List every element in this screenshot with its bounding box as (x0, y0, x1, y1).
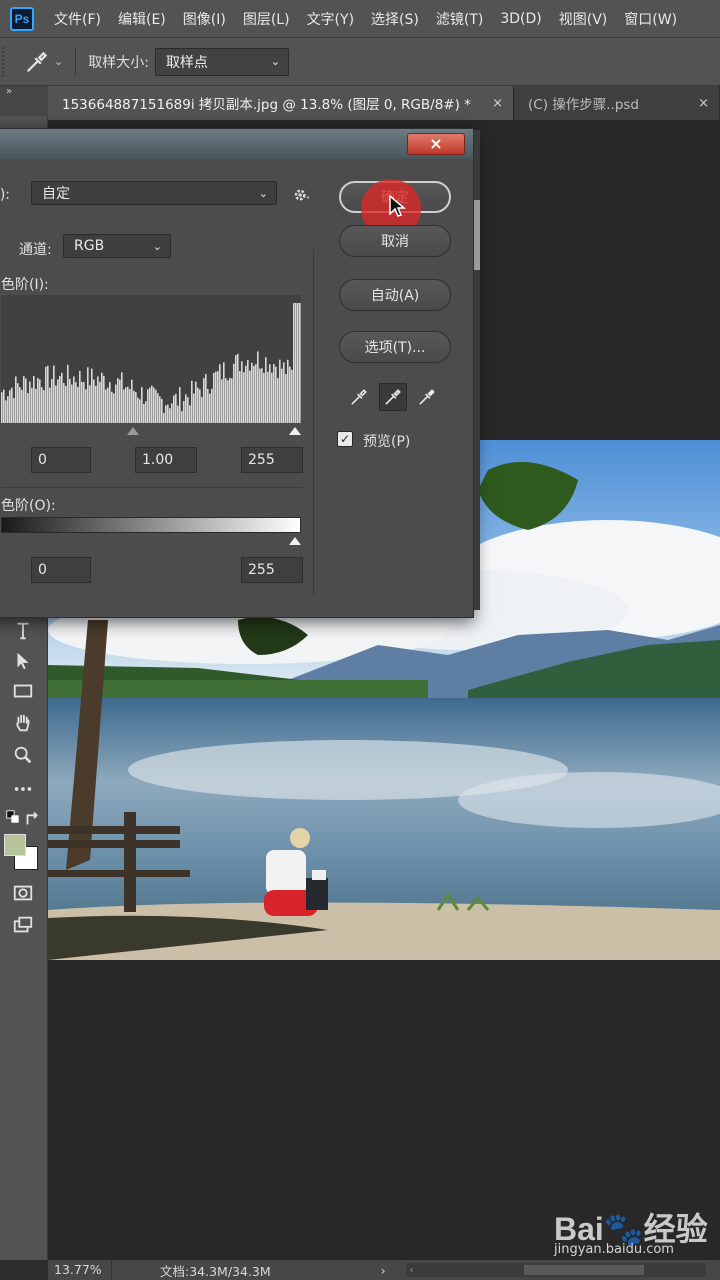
status-bar: 13.77% 文档:34.3M/34.3M › ‹ (48, 1260, 720, 1280)
divider (1, 487, 303, 488)
sample-size-label: 取样大小: (88, 54, 149, 71)
preview-label: 预览(P) (363, 434, 411, 450)
tool-preset-picker[interactable]: ⌄ (24, 49, 63, 75)
chevron-down-icon: ⌄ (152, 239, 162, 253)
watermark-url: jingyan.baidu.com (554, 1242, 674, 1257)
swap-colors-icon[interactable] (20, 806, 46, 832)
document-tabs: 153664887151689i 拷贝副本.jpg @ 13.8% (图层 0,… (48, 86, 720, 120)
histogram (1, 295, 301, 423)
menu-filter[interactable]: 滤镜(T) (436, 9, 483, 29)
auto-button[interactable]: 自动(A) (339, 279, 451, 311)
sample-size-value: 取样点 (165, 54, 208, 71)
menu-edit[interactable]: 编辑(E) (118, 9, 166, 29)
menu-view[interactable]: 视图(V) (559, 9, 608, 29)
zoom-level[interactable]: 13.77% (48, 1260, 112, 1280)
scroll-left-icon[interactable]: ‹ (410, 1265, 414, 1276)
rectangle-icon[interactable] (10, 678, 36, 704)
dialog-title-bar[interactable] (0, 129, 473, 159)
close-icon[interactable]: × (698, 96, 709, 111)
more-icon[interactable] (10, 776, 36, 802)
options-bar-grip[interactable] (2, 46, 10, 77)
tab-document-psd[interactable]: (C) 操作步骤..psd × (514, 86, 720, 120)
sample-size-select[interactable]: 取样点 ⌄ (154, 47, 289, 76)
close-icon[interactable]: × (492, 96, 503, 111)
close-icon[interactable]: × (407, 133, 465, 155)
menu-bar: Ps 文件(F) 编辑(E) 图像(I) 图层(L) 文字(Y) 选择(S) 滤… (0, 0, 720, 38)
input-slider-track[interactable] (1, 423, 301, 437)
tab-title: (C) 操作步骤..psd (528, 97, 640, 113)
options-bar: ⌄ 取样大小: 取样点 ⌄ (0, 38, 720, 86)
options-button[interactable]: 选项(T)... (339, 331, 451, 363)
gray-eyedropper-icon[interactable] (379, 383, 407, 411)
scrollbar-thumb[interactable] (523, 1265, 644, 1275)
zoom-icon[interactable] (10, 742, 36, 768)
photoshop-window: Ps 文件(F) 编辑(E) 图像(I) 图层(L) 文字(Y) 选择(S) 滤… (0, 0, 720, 1280)
input-highlight-field[interactable]: 255 (241, 447, 303, 473)
menu-file[interactable]: 文件(F) (54, 9, 101, 29)
preview-checkbox[interactable]: ✓ (337, 431, 353, 447)
input-midtone-field[interactable]: 1.00 (135, 447, 197, 473)
eyedropper-icon (27, 51, 48, 72)
chevron-down-icon: ⌄ (270, 55, 280, 68)
scrollbar-thumb[interactable] (474, 200, 480, 270)
document-size: 文档:34.3M/34.3M (160, 1263, 271, 1279)
highlight-slider-handle (289, 427, 301, 435)
quick-mask-icon[interactable] (10, 880, 36, 906)
foreground-color-swatch[interactable] (4, 834, 26, 856)
output-slider-track[interactable] (1, 535, 301, 549)
menu-layer[interactable]: 图层(L) (243, 9, 290, 29)
menu-window[interactable]: 窗口(W) (624, 9, 677, 29)
divider (75, 47, 77, 76)
preset-options-gear-icon[interactable] (291, 185, 311, 205)
menu-type[interactable]: 文字(Y) (307, 9, 354, 29)
preset-value: 自定 (42, 186, 70, 202)
watermark: Bai🐾经验 jingyan.baidu.com (554, 1200, 714, 1260)
preset-select[interactable]: 自定 ⌄ (31, 181, 277, 205)
input-levels-label: 色阶(I): (1, 277, 49, 293)
channel-select[interactable]: RGB ⌄ (63, 234, 171, 258)
menu-select[interactable]: 选择(S) (371, 9, 419, 29)
output-levels-label: 色阶(O): (1, 498, 56, 514)
black-eyedropper-icon[interactable] (345, 383, 373, 411)
menu-image[interactable]: 图像(I) (183, 9, 226, 29)
photoshop-logo: Ps (10, 6, 34, 31)
output-gradient-bar (1, 517, 301, 533)
output-highlight-field[interactable]: 255 (241, 557, 303, 583)
chevron-down-icon: ⌄ (258, 186, 268, 200)
chevron-down-icon: ⌄ (54, 55, 64, 68)
tab-document-active[interactable]: 153664887151689i 拷贝副本.jpg @ 13.8% (图层 0,… (48, 86, 514, 120)
path-select-icon[interactable] (10, 648, 36, 674)
histogram-graph (1, 303, 301, 423)
type-icon[interactable] (10, 618, 36, 644)
group-border (313, 249, 314, 595)
cancel-button[interactable]: 取消 (339, 225, 451, 257)
toolbar-collapse[interactable]: » (0, 86, 48, 116)
mouse-cursor-icon (389, 195, 407, 217)
levels-dialog: × E): 自定 ⌄ 通道: RGB ⌄ 色阶(I): 0 1.00 255 (0, 128, 474, 618)
midtone-slider-handle (127, 427, 139, 435)
status-menu-arrow-icon[interactable]: › (381, 1263, 386, 1278)
preset-label: E): (0, 187, 11, 203)
channel-label: 通道: (19, 242, 52, 258)
tab-title: 153664887151689i 拷贝副本.jpg @ 13.8% (图层 0,… (62, 97, 471, 113)
horizontal-scrollbar[interactable]: ‹ (405, 1263, 706, 1277)
white-eyedropper-icon[interactable] (413, 383, 441, 411)
output-highlight-handle (289, 537, 301, 545)
hand-icon[interactable] (10, 710, 36, 736)
screen-mode-icon[interactable] (10, 912, 36, 938)
channel-value: RGB (74, 238, 105, 254)
input-shadow-field[interactable]: 0 (31, 447, 91, 473)
output-shadow-field[interactable]: 0 (31, 557, 91, 583)
menu-3d[interactable]: 3D(D) (500, 11, 541, 27)
